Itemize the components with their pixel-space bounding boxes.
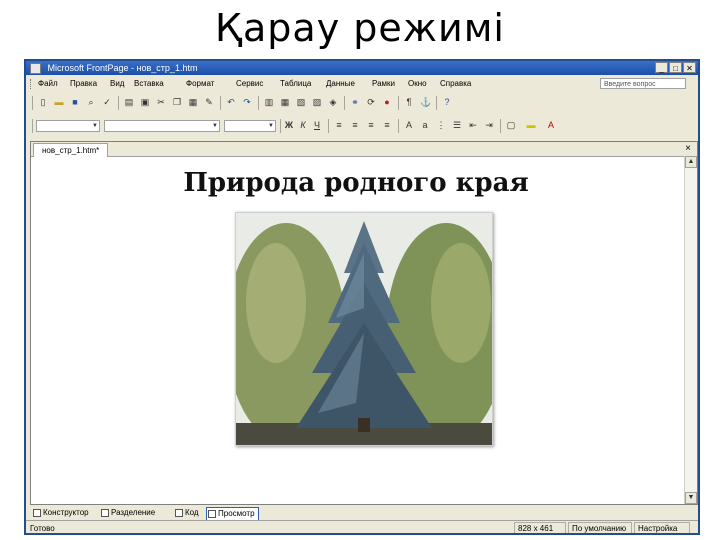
scroll-down-icon[interactable]: ▼ bbox=[685, 492, 697, 504]
tab-code[interactable]: Код bbox=[174, 507, 199, 519]
menu-format[interactable]: Формат bbox=[186, 76, 214, 92]
font-dropdown[interactable]: ▼ bbox=[104, 120, 220, 132]
bullets-icon[interactable]: ☰ bbox=[452, 120, 462, 130]
menu-tools[interactable]: Сервис bbox=[236, 76, 263, 92]
font-color-icon[interactable]: A bbox=[546, 120, 556, 130]
slide-title: Қарау режимі bbox=[215, 6, 505, 50]
undo-icon[interactable]: ↶ bbox=[226, 97, 236, 107]
close-button[interactable]: ✕ bbox=[683, 62, 696, 73]
border-icon[interactable]: ▢ bbox=[506, 120, 516, 130]
shrink-font-icon[interactable]: a bbox=[420, 120, 430, 130]
chart-icon[interactable]: ▨ bbox=[312, 97, 322, 107]
frontpage-window: Microsoft FrontPage - нов_стр_1.htm _ □ … bbox=[24, 59, 700, 535]
code-view-icon bbox=[175, 509, 183, 517]
stop-icon[interactable]: ● bbox=[382, 97, 392, 107]
menu-bar: Файл Правка Вид Вставка Формат Сервис Та… bbox=[26, 76, 698, 92]
menu-edit[interactable]: Правка bbox=[70, 76, 97, 92]
help-question-input[interactable]: Введите вопрос bbox=[600, 78, 686, 89]
menu-data[interactable]: Данные bbox=[326, 76, 355, 92]
menu-view[interactable]: Вид bbox=[110, 76, 124, 92]
page-heading: Природа родного края bbox=[183, 168, 529, 198]
highlight-icon[interactable]: ▬ bbox=[526, 120, 536, 130]
menu-insert[interactable]: Вставка bbox=[134, 76, 164, 92]
vertical-scrollbar[interactable]: ▲ ▼ bbox=[684, 156, 697, 504]
app-icon bbox=[30, 63, 41, 75]
tab-preview[interactable]: Просмотр bbox=[206, 507, 259, 521]
document-tabstrip: нов_стр_1.htm* × bbox=[31, 142, 697, 157]
status-bar: Готово 828 x 461 По умолчанию Настройка bbox=[26, 520, 698, 533]
status-custom[interactable]: Настройка bbox=[634, 522, 690, 533]
grow-font-icon[interactable]: A bbox=[404, 120, 414, 130]
new-icon[interactable]: ▯ bbox=[38, 97, 48, 107]
design-view-icon bbox=[33, 509, 41, 517]
window-title: Microsoft FrontPage - нов_стр_1.htm bbox=[47, 63, 198, 73]
spell-icon[interactable]: ✓ bbox=[102, 97, 112, 107]
menu-frames[interactable]: Рамки bbox=[372, 76, 395, 92]
status-text: Готово bbox=[30, 524, 55, 533]
table-icon[interactable]: ▦ bbox=[280, 97, 290, 107]
preview-view-icon bbox=[208, 510, 216, 518]
tab-code-label: Код bbox=[185, 508, 199, 517]
refresh-icon[interactable]: ⟳ bbox=[366, 97, 376, 107]
publish-icon[interactable]: ▤ bbox=[124, 97, 134, 107]
find-icon[interactable]: ⌕ bbox=[86, 97, 96, 107]
split-view-icon bbox=[101, 509, 109, 517]
outdent-icon[interactable]: ⇤ bbox=[468, 120, 478, 130]
tab-design-label: Конструктор bbox=[43, 508, 89, 517]
tab-split[interactable]: Разделение bbox=[100, 507, 155, 519]
redo-icon[interactable]: ↷ bbox=[242, 97, 252, 107]
show-all-icon[interactable]: ¶ bbox=[404, 97, 414, 107]
hyperlink-icon[interactable]: ⚭ bbox=[350, 97, 360, 107]
formatting-toolbar: ▼ ▼ ▼ Ж К Ч ≡ ≡ ≡ ≡ A a ⋮ ☰ ⇤ ⇥ ▢ ▬ A bbox=[26, 117, 698, 135]
menubar-grip-icon[interactable] bbox=[30, 79, 33, 89]
preview-icon[interactable]: ▣ bbox=[140, 97, 150, 107]
indent-icon[interactable]: ⇥ bbox=[484, 120, 494, 130]
menu-window[interactable]: Окно bbox=[408, 76, 427, 92]
tab-design[interactable]: Конструктор bbox=[32, 507, 89, 519]
menu-help[interactable]: Справка bbox=[440, 76, 471, 92]
close-document-icon[interactable]: × bbox=[685, 143, 691, 155]
maximize-button[interactable]: □ bbox=[669, 62, 682, 73]
menu-file[interactable]: Файл bbox=[38, 76, 58, 92]
italic-icon[interactable]: К bbox=[298, 120, 308, 130]
align-center-icon[interactable]: ≡ bbox=[350, 120, 360, 130]
menu-table[interactable]: Таблица bbox=[280, 76, 311, 92]
underline-icon[interactable]: Ч bbox=[312, 120, 322, 130]
size-dropdown[interactable]: ▼ bbox=[224, 120, 276, 132]
scroll-up-icon[interactable]: ▲ bbox=[685, 156, 697, 168]
bold-icon[interactable]: Ж bbox=[284, 120, 294, 130]
spruce-photo bbox=[235, 212, 493, 446]
style-dropdown[interactable]: ▼ bbox=[36, 120, 100, 132]
help-icon[interactable]: ? bbox=[442, 97, 452, 107]
drawing-icon[interactable]: ◈ bbox=[328, 97, 338, 107]
status-page-size[interactable]: 828 x 461 bbox=[514, 522, 566, 533]
anchor-icon[interactable]: ⚓ bbox=[420, 97, 431, 107]
justify-icon[interactable]: ≡ bbox=[382, 120, 392, 130]
document-area[interactable]: нов_стр_1.htm* × Природа родного края ▲ … bbox=[30, 141, 698, 505]
open-icon[interactable]: ▬ bbox=[54, 97, 64, 107]
title-bar[interactable]: Microsoft FrontPage - нов_стр_1.htm _ □ … bbox=[26, 61, 698, 75]
align-left-icon[interactable]: ≡ bbox=[334, 120, 344, 130]
cut-icon[interactable]: ✂ bbox=[156, 97, 166, 107]
paste-icon[interactable]: ▦ bbox=[188, 97, 198, 107]
picture-icon[interactable]: ▧ bbox=[296, 97, 306, 107]
tab-preview-label: Просмотр bbox=[218, 509, 255, 518]
copy-icon[interactable]: ❐ bbox=[172, 97, 182, 107]
align-right-icon[interactable]: ≡ bbox=[366, 120, 376, 130]
standard-toolbar: ▯ ▬ ■ ⌕ ✓ ▤ ▣ ✂ ❐ ▦ ✎ ↶ ↷ ▥ ▦ ▧ ▨ ◈ ⚭ ⟳ … bbox=[26, 94, 698, 112]
status-mode[interactable]: По умолчанию bbox=[568, 522, 632, 533]
save-icon[interactable]: ■ bbox=[70, 97, 80, 107]
web-component-icon[interactable]: ▥ bbox=[264, 97, 274, 107]
tab-split-label: Разделение bbox=[111, 508, 156, 517]
numbering-icon[interactable]: ⋮ bbox=[436, 120, 446, 130]
document-tab[interactable]: нов_стр_1.htm* bbox=[33, 143, 109, 157]
minimize-button[interactable]: _ bbox=[655, 62, 668, 73]
format-painter-icon[interactable]: ✎ bbox=[204, 97, 214, 107]
